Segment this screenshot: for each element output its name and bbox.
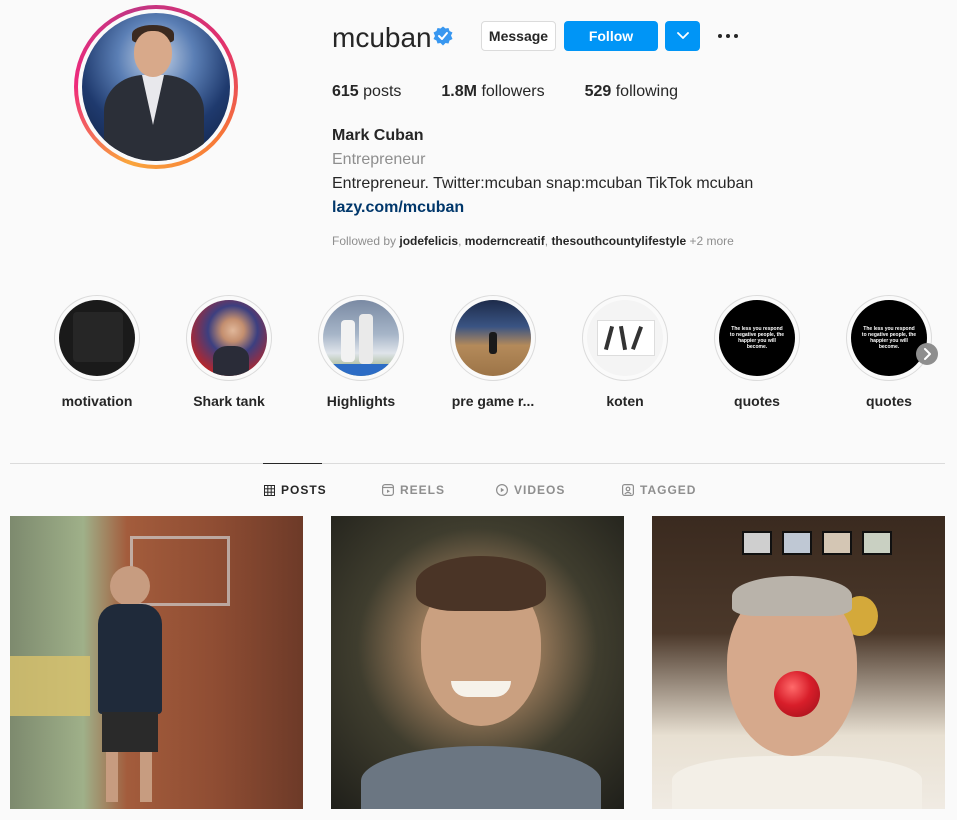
reels-icon <box>382 484 394 496</box>
highlight-pre-game[interactable]: pre game r... <box>443 295 543 409</box>
quote-text: The less you respond to negative people,… <box>729 326 785 350</box>
active-tab-indicator <box>263 463 322 464</box>
highlight-label: pre game r... <box>451 393 535 409</box>
highlight-label: quotes <box>734 393 780 409</box>
highlight-label: koten <box>606 393 644 409</box>
highlight-koten[interactable]: koten <box>575 295 675 409</box>
avatar <box>82 13 230 161</box>
profile-bio: Entrepreneur. Twitter:mcuban snap:mcuban… <box>332 175 754 192</box>
more-dots-icon <box>718 34 722 38</box>
tabs-divider <box>10 463 945 464</box>
follow-button[interactable]: Follow <box>564 21 658 51</box>
followers-link[interactable]: 1.8M followers <box>441 83 544 101</box>
followed-by[interactable]: Followed by jodefelicis, moderncreatif, … <box>332 234 734 248</box>
chevron-down-icon <box>676 32 689 39</box>
profile-category: Entrepreneur <box>332 151 426 168</box>
highlight-quotes-1[interactable]: The less you respond to negative people,… <box>707 295 807 409</box>
profile-username: mcuban <box>332 22 432 53</box>
posts-count: 615 posts <box>332 83 402 100</box>
quote-text: The less you respond to negative people,… <box>861 326 917 350</box>
verified-badge-icon <box>433 26 453 46</box>
following-link[interactable]: 529 following <box>585 83 678 101</box>
more-options-button[interactable] <box>712 26 744 46</box>
highlight-label: Shark tank <box>193 393 265 409</box>
tab-reels[interactable]: REELS <box>382 483 445 497</box>
tagged-icon <box>622 484 634 496</box>
tab-posts[interactable]: POSTS <box>264 483 327 497</box>
highlight-motivation[interactable]: motivation <box>47 295 147 409</box>
highlights-next-button[interactable] <box>916 343 938 365</box>
profile-avatar-story-ring[interactable] <box>74 5 238 169</box>
highlight-shark-tank[interactable]: Shark tank <box>179 295 279 409</box>
grid-icon <box>264 484 275 496</box>
profile-full-name: Mark Cuban <box>332 127 424 144</box>
post-thumbnail[interactable] <box>10 516 303 809</box>
post-thumbnail[interactable] <box>331 516 624 809</box>
profile-website-link[interactable]: lazy.com/mcuban <box>332 199 464 217</box>
profile-page: mcuban Message Follow 615 posts 1.8M fol… <box>0 0 957 820</box>
chevron-right-icon <box>924 348 931 360</box>
highlight-label: Highlights <box>326 393 396 409</box>
tab-tagged[interactable]: TAGGED <box>622 483 696 497</box>
highlight-label: quotes <box>866 393 912 409</box>
highlight-highlights[interactable]: Highlights <box>311 295 411 409</box>
post-thumbnail[interactable] <box>652 516 945 809</box>
tab-videos[interactable]: VIDEOS <box>496 483 565 497</box>
highlight-label: motivation <box>61 393 133 409</box>
suggested-accounts-button[interactable] <box>665 21 700 51</box>
message-button[interactable]: Message <box>481 21 556 51</box>
play-icon <box>496 484 508 496</box>
profile-stats: 615 posts 1.8M followers 529 following <box>332 83 718 101</box>
